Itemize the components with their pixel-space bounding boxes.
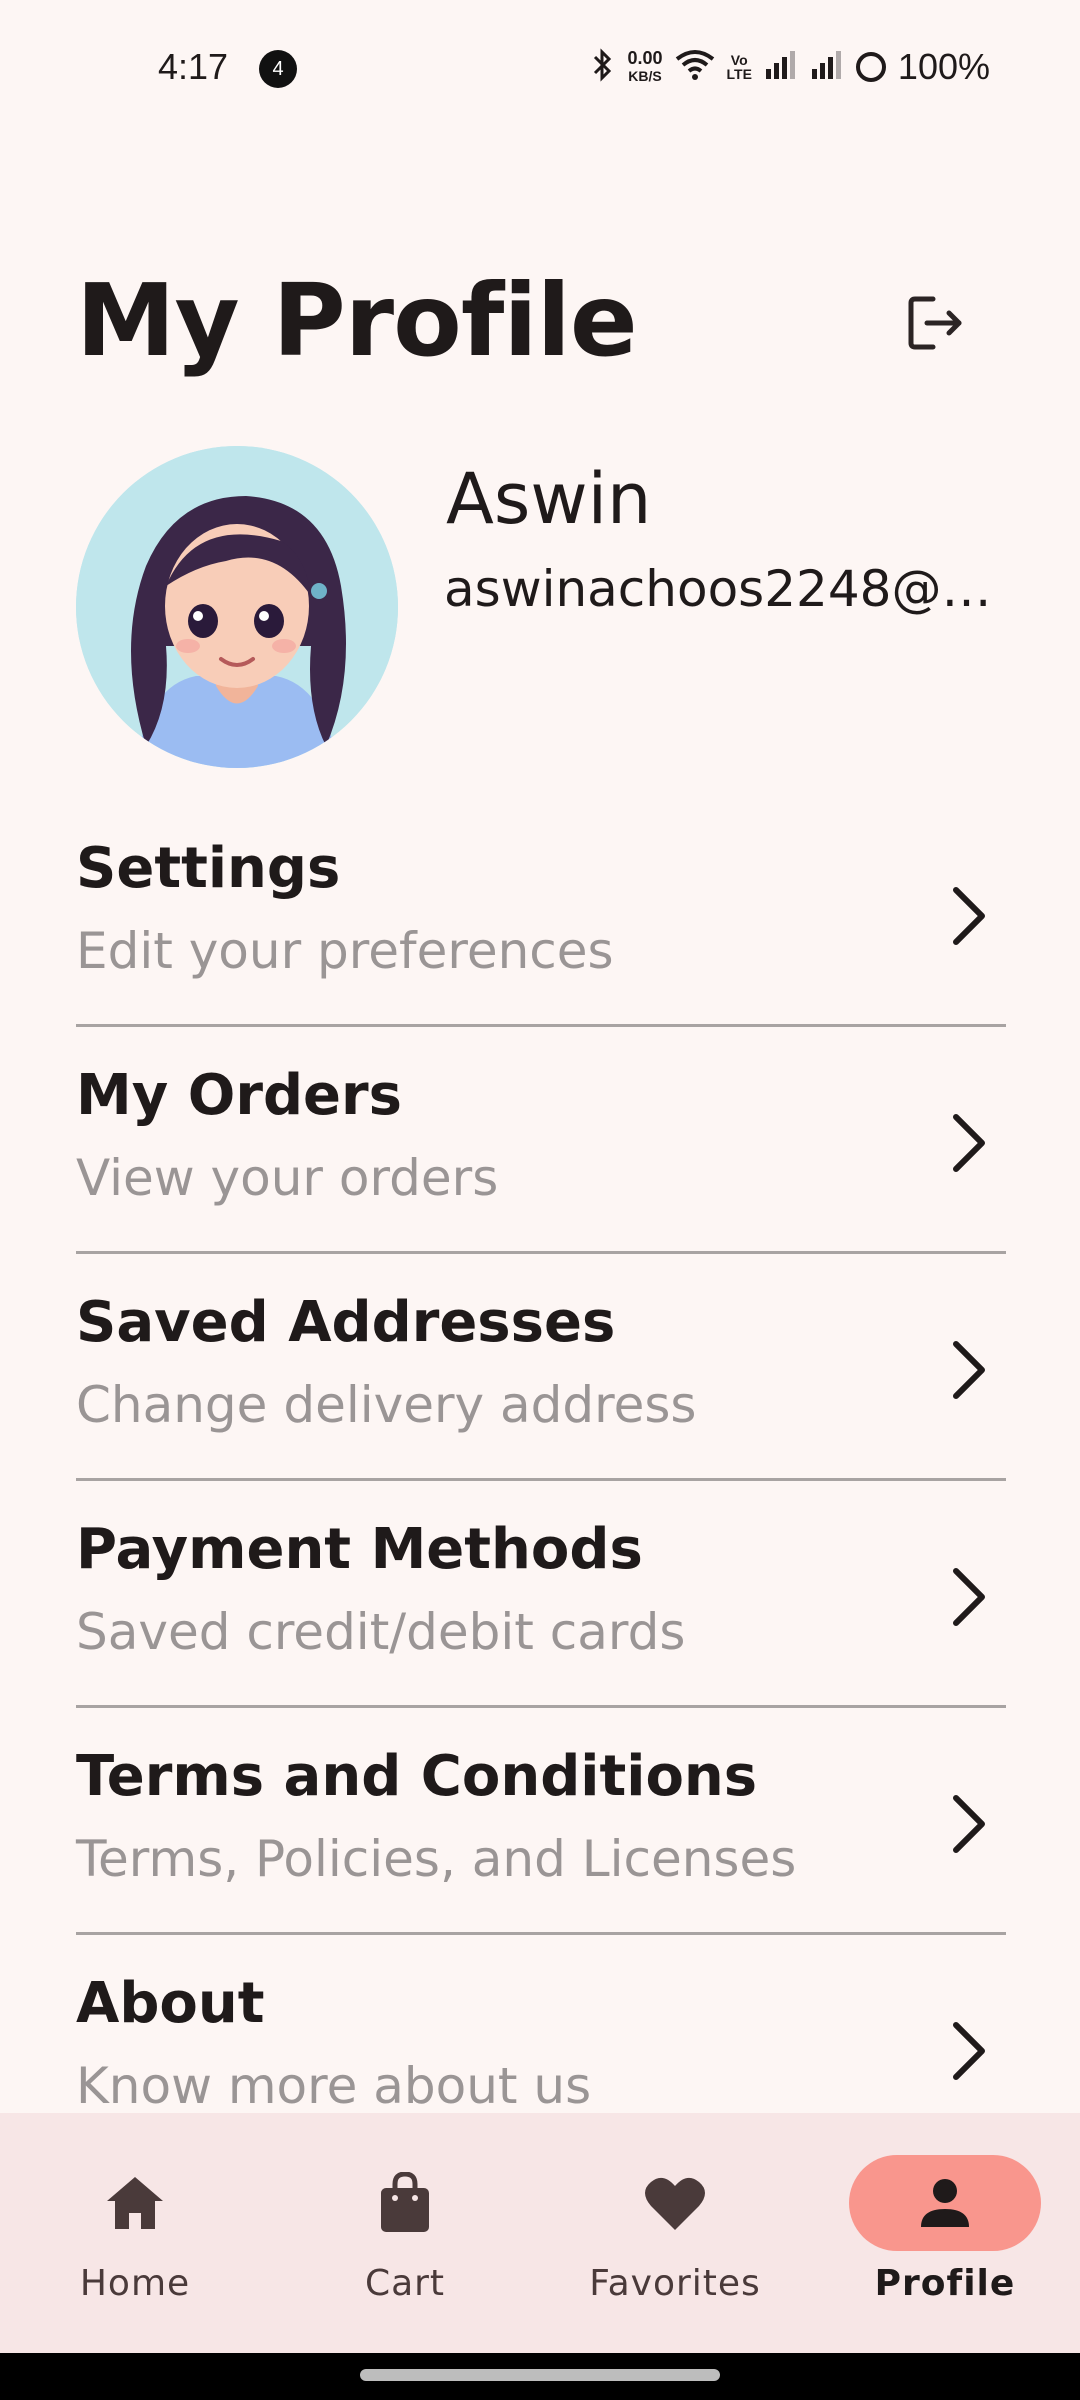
menu-item-subtitle: Saved credit/debit cards: [76, 1603, 686, 1661]
nav-pill: [309, 2155, 501, 2251]
menu-item-subtitle: Terms, Policies, and Licenses: [76, 1830, 797, 1888]
status-time: 4:17: [158, 46, 229, 87]
profile-menu: Settings Edit your preferences My Orders…: [76, 800, 1006, 2162]
system-gesture-area: [0, 2353, 1080, 2400]
heart-icon: [645, 2177, 705, 2230]
nav-item-favorites[interactable]: Favorites: [540, 2113, 810, 2353]
menu-item-title: About: [76, 1971, 265, 2036]
page-title: My Profile: [76, 262, 638, 379]
signal-strength-icon-2: [810, 50, 844, 84]
battery-saver-icon: [855, 52, 886, 82]
nav-pill: [39, 2155, 231, 2251]
logout-icon: [903, 291, 967, 359]
menu-item-title: Terms and Conditions: [76, 1744, 758, 1809]
menu-item-subtitle: Change delivery address: [76, 1376, 697, 1434]
menu-item-settings[interactable]: Settings Edit your preferences: [76, 800, 1006, 1027]
battery-percentage: 100%: [897, 46, 990, 87]
nav-label: Profile: [874, 2263, 1016, 2304]
bluetooth-icon: [591, 47, 615, 88]
avatar: [76, 446, 398, 768]
chevron-right-icon: [953, 2022, 985, 2080]
menu-item-terms-and-conditions[interactable]: Terms and Conditions Terms, Policies, an…: [76, 1708, 1006, 1935]
menu-item-title: Settings: [76, 836, 341, 901]
nav-item-home[interactable]: Home: [0, 2113, 270, 2353]
menu-item-title: Payment Methods: [76, 1517, 643, 1582]
menu-item-subtitle: Edit your preferences: [76, 922, 614, 980]
status-icons: 0.00 KB/S Vo LTE 100%: [591, 46, 990, 88]
home-gesture-handle[interactable]: [360, 2369, 720, 2381]
nav-label: Home: [79, 2263, 191, 2304]
menu-item-title: My Orders: [76, 1063, 402, 1128]
nav-item-cart[interactable]: Cart: [270, 2113, 540, 2353]
chevron-right-icon: [953, 1795, 985, 1853]
chevron-right-icon: [953, 1114, 985, 1172]
volte-icon: Vo LTE: [726, 52, 752, 82]
profile-email: aswinachoos2248@gmail.com: [444, 560, 1004, 618]
menu-item-subtitle: Know more about us: [76, 2057, 592, 2115]
shopping-bag-icon: [381, 2172, 429, 2232]
nav-pill: [579, 2155, 771, 2251]
nav-item-profile[interactable]: Profile: [810, 2113, 1080, 2353]
signal-strength-icon-1: [764, 50, 798, 84]
chevron-right-icon: [953, 1568, 985, 1626]
menu-item-subtitle: View your orders: [76, 1149, 499, 1207]
chevron-right-icon: [953, 1341, 985, 1399]
nav-label: Favorites: [589, 2263, 761, 2304]
logout-button[interactable]: [880, 280, 990, 370]
chevron-right-icon: [953, 887, 985, 945]
network-speed-unit: KB/S: [628, 68, 662, 84]
notification-count-badge: 4: [259, 50, 297, 88]
network-speed-value: 0.00: [627, 48, 663, 68]
profile-name: Aswin: [446, 458, 652, 540]
home-icon: [107, 2177, 163, 2229]
menu-item-saved-addresses[interactable]: Saved Addresses Change delivery address: [76, 1254, 1006, 1481]
bottom-navigation: Home Cart Favorites Profile: [0, 2113, 1080, 2353]
menu-item-title: Saved Addresses: [76, 1290, 616, 1355]
network-speed: 0.00 KB/S: [627, 49, 662, 85]
menu-item-payment-methods[interactable]: Payment Methods Saved credit/debit cards: [76, 1481, 1006, 1708]
status-bar: 4:17 4 0.00 KB/S Vo LTE 100%: [0, 0, 1080, 140]
nav-label: Cart: [364, 2263, 446, 2304]
nav-pill-active: [849, 2155, 1041, 2251]
person-icon: [921, 2179, 969, 2227]
menu-item-my-orders[interactable]: My Orders View your orders: [76, 1027, 1006, 1254]
wifi-icon: [675, 49, 715, 86]
